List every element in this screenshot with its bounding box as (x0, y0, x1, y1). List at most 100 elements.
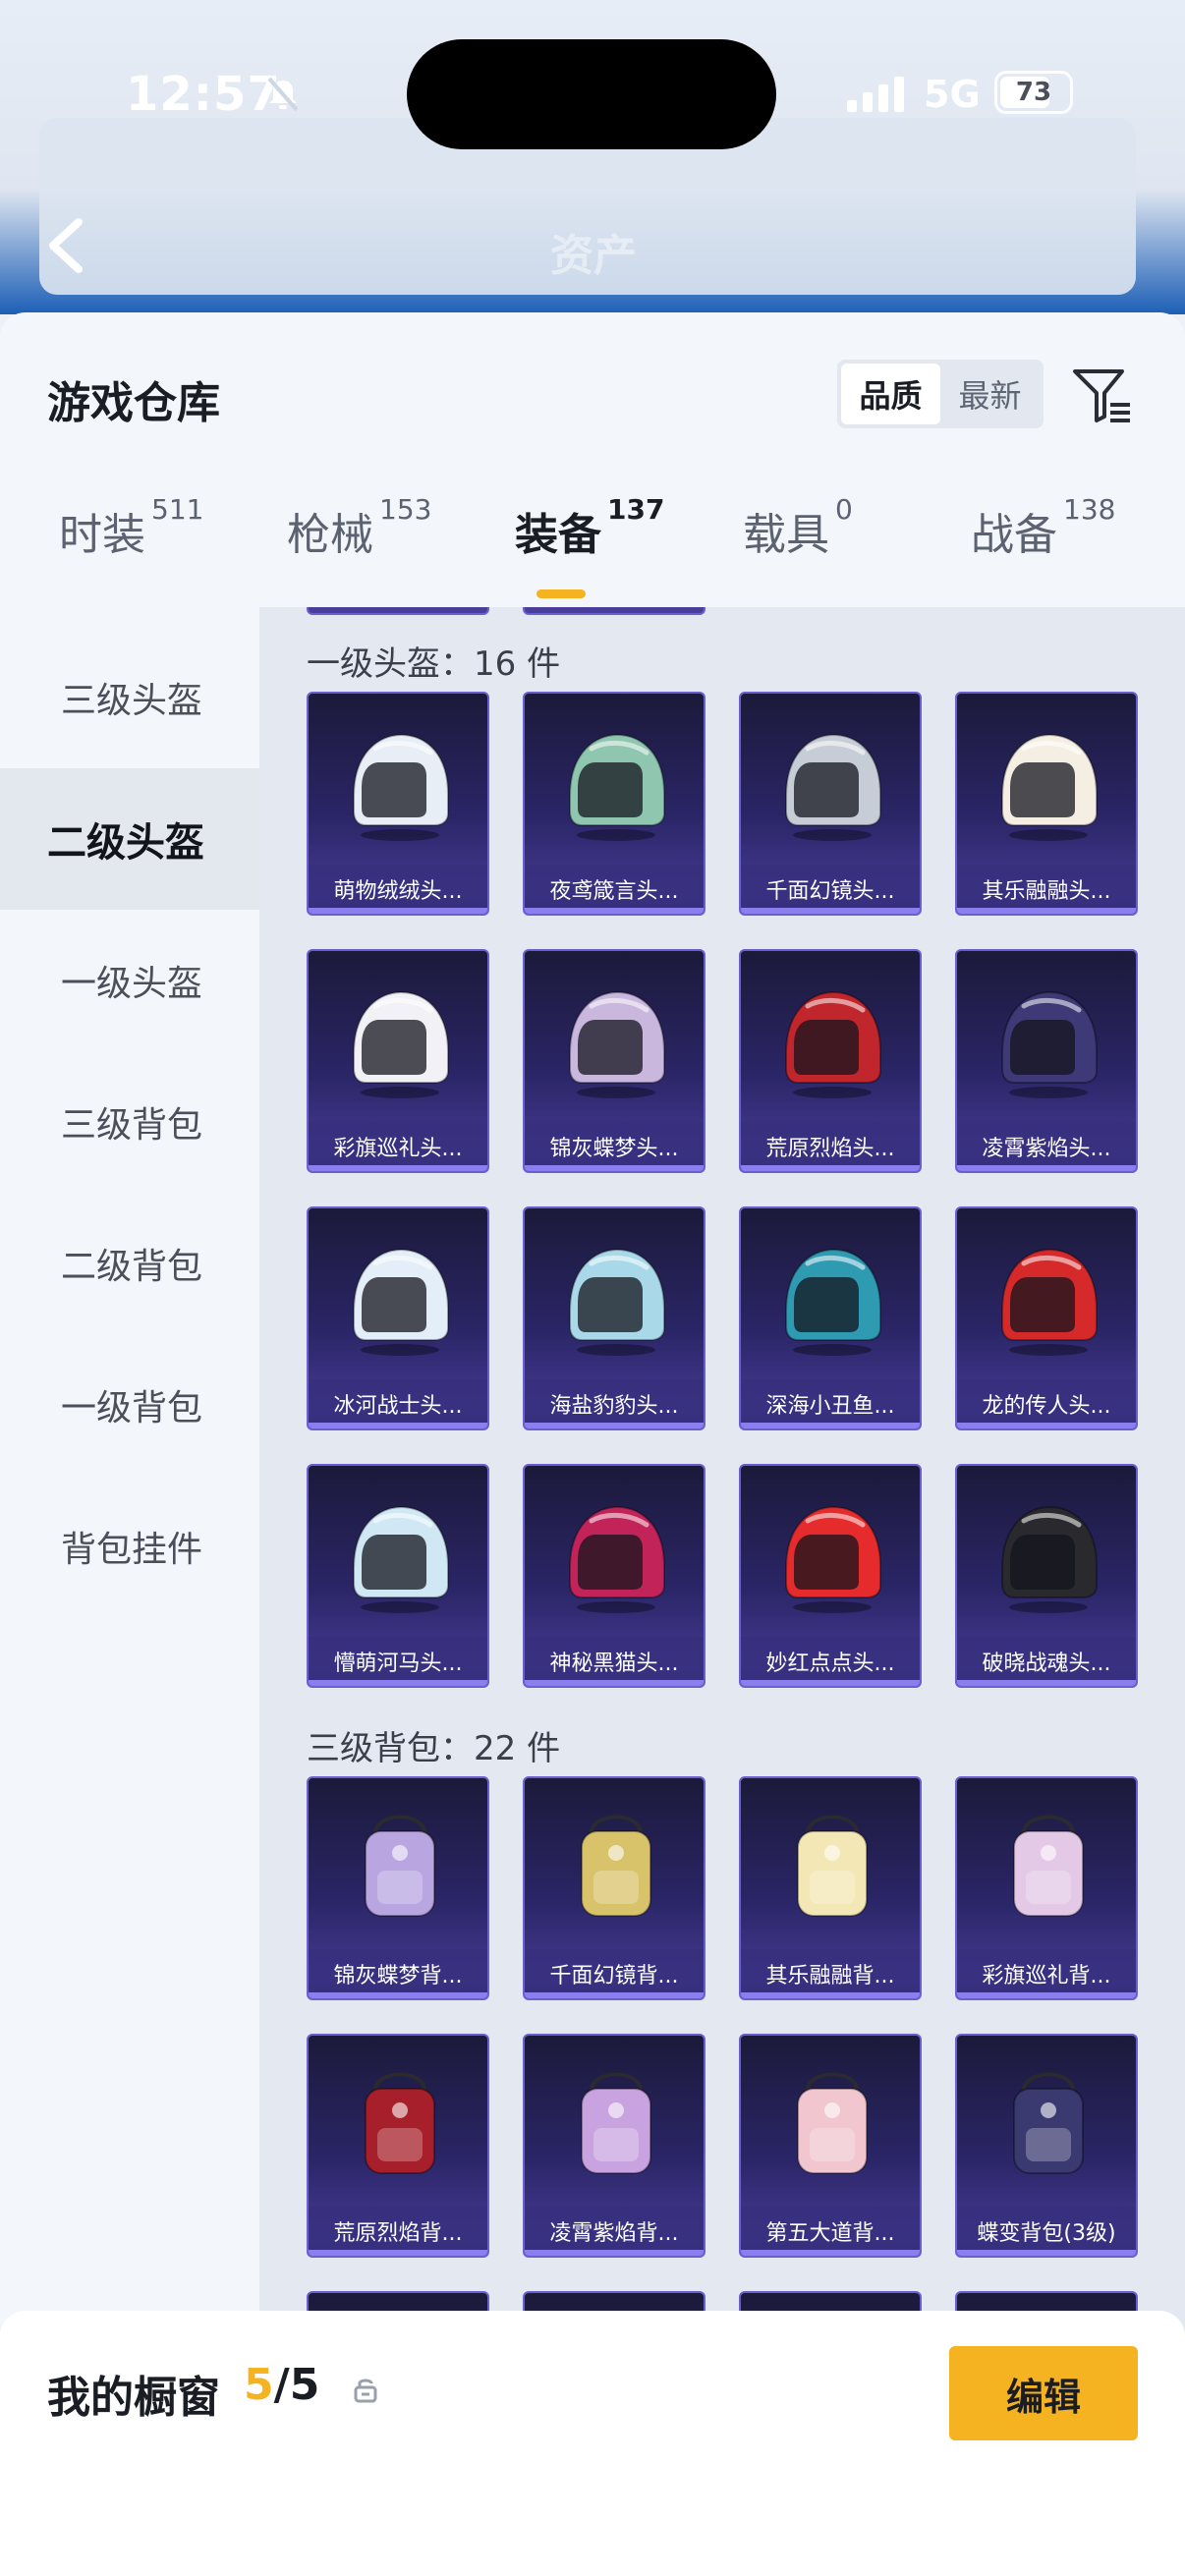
item-card[interactable]: 萌物绒绒头... (307, 692, 489, 916)
sidebar-item-lv1-backpack[interactable]: 一级背包 (0, 1334, 259, 1476)
tab-guns[interactable]: 枪械 153 (287, 493, 431, 562)
tab-count: 511 (151, 493, 204, 526)
sidebar-item-lv3-helmet[interactable]: 三级头盔 (0, 627, 259, 768)
helmet-icon (353, 733, 449, 841)
sort-latest-button[interactable]: 最新 (940, 364, 1040, 424)
item-card-partial[interactable] (523, 607, 705, 615)
item-grid: 一级头盔：16 件 三级背包：22 件 萌物绒绒头... 夜鸢箴言头... 千面… (259, 607, 1185, 2572)
helmet-icon (353, 1248, 449, 1356)
sidebar-item-lv1-helmet[interactable]: 一级头盔 (0, 910, 259, 1051)
item-card[interactable]: 千面幻镜背... (523, 1776, 705, 2000)
item-card[interactable]: 深海小丑鱼... (739, 1206, 922, 1430)
tab-fashion[interactable]: 时装 511 (59, 493, 203, 562)
item-card[interactable]: 其乐融融背... (739, 1776, 922, 2000)
helmet-icon (569, 1248, 665, 1356)
item-card[interactable]: 海盐豹豹头... (523, 1206, 705, 1430)
quality-bar (957, 908, 1136, 914)
item-name: 凌霄紫焰背... (525, 2207, 704, 2256)
item-card[interactable]: 夜鸢箴言头... (523, 692, 705, 916)
tab-count: 0 (835, 493, 853, 526)
helmet-icon (785, 990, 881, 1098)
item-card[interactable]: 妙红点点头... (739, 1464, 922, 1688)
quality-bar (957, 1423, 1136, 1428)
item-card[interactable]: 神秘黑猫头... (523, 1464, 705, 1688)
quality-bar (309, 1680, 487, 1686)
item-card[interactable]: 龙的传人头... (955, 1206, 1138, 1430)
item-card[interactable]: 千面幻镜头... (739, 692, 922, 916)
helmet-icon (785, 1248, 881, 1356)
my-window-count: 5/5 (244, 2360, 319, 2410)
helmet-icon (785, 1505, 881, 1613)
tab-equipment[interactable]: 装备 137 (515, 493, 664, 562)
item-name: 彩旗巡礼头... (309, 1122, 487, 1171)
item-name: 其乐融融头... (957, 865, 1136, 914)
category-tabs: 时装 511 枪械 153 装备 137 载具 0 战备 138 (0, 493, 1185, 607)
item-card[interactable]: 冰河战士头... (307, 1206, 489, 1430)
sidebar-item-lv3-backpack[interactable]: 三级背包 (0, 1051, 259, 1193)
active-tab-indicator (536, 589, 586, 598)
item-name: 冰河战士头... (309, 1379, 487, 1428)
backpack-icon (797, 2072, 868, 2174)
sheet-title: 游戏仓库 (47, 378, 220, 428)
item-card[interactable]: 蝶变背包(3级) (955, 2034, 1138, 2258)
window-separator: / (273, 2360, 290, 2410)
helmet-icon (1001, 1505, 1098, 1613)
item-card-partial[interactable] (307, 607, 489, 615)
my-window-label: 我的橱窗 (47, 2373, 220, 2423)
item-name: 千面幻镜头... (741, 865, 920, 914)
helmet-icon (569, 733, 665, 841)
window-current: 5 (244, 2360, 274, 2410)
window-total: 5 (289, 2360, 320, 2410)
tab-label: 装备 (515, 510, 601, 560)
backpack-icon (797, 1815, 868, 1917)
item-name: 破晓战魂头... (957, 1637, 1136, 1686)
backpack-icon (1013, 1815, 1084, 1917)
tab-count: 137 (607, 493, 665, 526)
item-name: 夜鸢箴言头... (525, 865, 704, 914)
item-card[interactable]: 荒原烈焰头... (739, 949, 922, 1173)
quality-bar (525, 1992, 704, 1998)
sidebar: 三级头盔 二级头盔 一级头盔 三级背包 二级背包 一级背包 背包挂件 (0, 607, 259, 2572)
item-card[interactable]: 破晓战魂头... (955, 1464, 1138, 1688)
quality-bar (525, 1680, 704, 1686)
helmet-icon (785, 733, 881, 841)
item-card[interactable]: 锦灰蝶梦背... (307, 1776, 489, 2000)
sort-quality-button[interactable]: 品质 (841, 364, 940, 424)
sidebar-item-backpack-charm[interactable]: 背包挂件 (0, 1476, 259, 1617)
item-card[interactable]: 其乐融融头... (955, 692, 1138, 916)
page-title: 资产 (550, 231, 637, 281)
quality-bar (741, 1680, 920, 1686)
item-card[interactable]: 彩旗巡礼背... (955, 1776, 1138, 2000)
tab-vehicles[interactable]: 载具 0 (743, 493, 853, 562)
item-name: 海盐豹豹头... (525, 1379, 704, 1428)
item-card[interactable]: 凌霄紫焰头... (955, 949, 1138, 1173)
item-card[interactable]: 懵萌河马头... (307, 1464, 489, 1688)
my-window-bar: 我的橱窗 5/5 编辑 (0, 2311, 1185, 2576)
item-card[interactable]: 彩旗巡礼头... (307, 949, 489, 1173)
edit-button[interactable]: 编辑 (949, 2346, 1138, 2440)
back-arrow-icon[interactable] (43, 214, 90, 277)
quality-bar (741, 2250, 920, 2256)
filter-icon[interactable] (1071, 364, 1134, 426)
sidebar-item-lv2-helmet[interactable]: 二级头盔 (0, 768, 259, 910)
item-name: 荒原烈焰头... (741, 1122, 920, 1171)
item-name: 第五大道背... (741, 2207, 920, 2256)
quality-bar (957, 1680, 1136, 1686)
quality-bar (309, 2250, 487, 2256)
item-card[interactable]: 凌霄紫焰背... (523, 2034, 705, 2258)
quality-bar (309, 1992, 487, 1998)
item-name: 千面幻镜背... (525, 1949, 704, 1998)
sidebar-item-lv2-backpack[interactable]: 二级背包 (0, 1193, 259, 1334)
quality-bar (741, 1165, 920, 1171)
item-name: 深海小丑鱼... (741, 1379, 920, 1428)
item-card[interactable]: 第五大道背... (739, 2034, 922, 2258)
section-title-lv3-backpack: 三级背包：22 件 (307, 1729, 561, 1768)
item-card[interactable]: 锦灰蝶梦头... (523, 949, 705, 1173)
quality-bar (957, 2250, 1136, 2256)
helmet-icon (569, 1505, 665, 1613)
quality-bar (957, 1165, 1136, 1171)
item-card[interactable]: 荒原烈焰背... (307, 2034, 489, 2258)
dynamic-island (407, 39, 776, 149)
helmet-icon (353, 990, 449, 1098)
tab-supplies[interactable]: 战备 138 (971, 493, 1115, 562)
